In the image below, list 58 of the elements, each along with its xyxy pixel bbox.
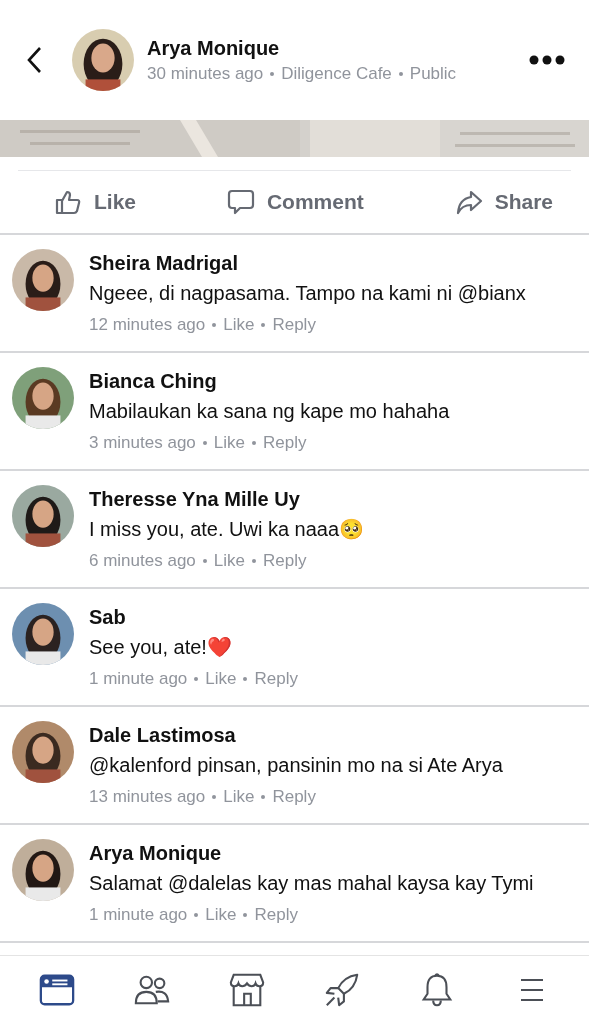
comment-time: 6 minutes ago	[89, 551, 196, 571]
comment-text: Salamat @dalelas kay mas mahal kaysa kay Tymi	[89, 871, 534, 896]
commenter-name[interactable]: Theresse Yna Mille Uy	[89, 485, 365, 513]
comment-text: See you, ate!❤	[89, 635, 233, 660]
like-link[interactable]: Like	[205, 905, 237, 925]
marketplace-tab[interactable]	[228, 971, 267, 1009]
like-link[interactable]: Like	[223, 787, 255, 807]
reply-link[interactable]: Reply	[254, 905, 298, 925]
separator-dot	[212, 795, 217, 799]
comment-text: Ngeee, di nagpasama. Tampo na kami ni @bianx	[89, 281, 526, 306]
post-location[interactable]: Diligence Cafe	[281, 63, 392, 84]
reply-link[interactable]: Reply	[272, 315, 316, 335]
comment-time: 13 minutes ago	[89, 787, 206, 807]
comment-text: Mabilaukan ka sana ng kape mo hahaha	[89, 399, 450, 424]
action-button[interactable]: Comment	[226, 188, 364, 216]
commenter-name[interactable]: Bianca Ching	[89, 367, 450, 395]
separator-dot	[252, 559, 256, 563]
separator-dot	[243, 913, 248, 917]
like-link[interactable]: Like	[223, 315, 255, 335]
thumbs-up-icon	[54, 188, 82, 216]
menu-icon	[519, 979, 544, 1001]
post-audience: Public	[409, 63, 457, 84]
back-icon[interactable]	[26, 46, 42, 74]
separator-dot	[194, 913, 199, 917]
comment-time: 1 minute ago	[89, 669, 188, 689]
separator-dot	[212, 323, 217, 327]
separator-dot	[252, 441, 256, 445]
separator-dot	[398, 71, 403, 76]
like-link[interactable]: Like	[213, 433, 245, 453]
comment-time: 1 minute ago	[89, 905, 188, 925]
comment-text: I miss you, ate. Uwi ka naaa🥺	[89, 517, 365, 542]
comment-time: 3 minutes ago	[89, 433, 196, 453]
action-button[interactable]: Like	[54, 188, 137, 216]
commenter-name[interactable]: Sheira Madrigal	[89, 249, 526, 277]
commenter-name[interactable]: Dale Lastimosa	[89, 721, 503, 749]
commenter-name[interactable]: Sab	[89, 603, 298, 631]
comment-text: @kalenford pinsan, pansinin mo na si Ate Arya	[89, 753, 503, 778]
reply-link[interactable]: Reply	[263, 433, 307, 453]
more-icon[interactable]	[529, 55, 565, 65]
separator-dot	[243, 677, 248, 681]
separator-dot	[202, 441, 207, 445]
reply-link[interactable]: Reply	[272, 787, 316, 807]
separator-dot	[202, 559, 207, 563]
share-arrow-icon	[454, 188, 483, 216]
separator-dot	[261, 323, 266, 327]
separator-dot	[261, 795, 266, 799]
post-time: 30 minutes ago	[147, 63, 264, 84]
action-button[interactable]: Share	[454, 188, 553, 216]
separator-dot	[270, 71, 275, 76]
like-link[interactable]: Like	[213, 551, 245, 571]
commenter-name[interactable]: Arya Monique	[89, 839, 534, 867]
author-name[interactable]: Arya Monique	[147, 36, 529, 60]
like-link[interactable]: Like	[205, 669, 237, 689]
reply-link[interactable]: Reply	[254, 669, 298, 689]
speech-bubble-icon	[226, 188, 255, 216]
comment-time: 12 minutes ago	[89, 315, 206, 335]
reply-link[interactable]: Reply	[263, 551, 307, 571]
separator-dot	[194, 677, 199, 681]
